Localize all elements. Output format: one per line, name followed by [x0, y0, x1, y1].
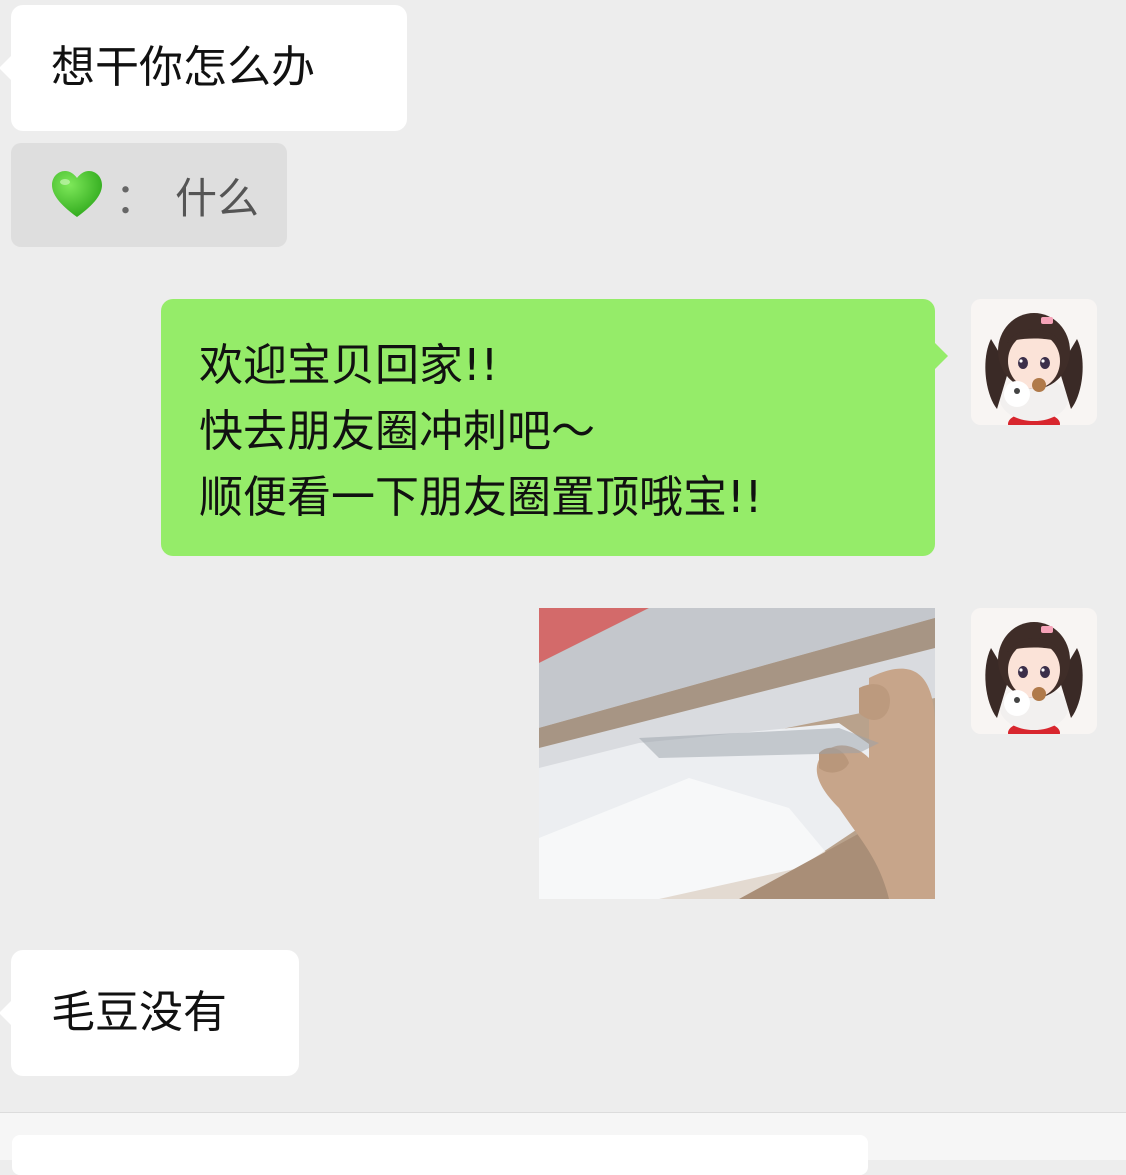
- avatar[interactable]: [971, 299, 1097, 425]
- quote-separator: ：: [115, 173, 158, 223]
- quote-text: 什么: [175, 173, 260, 223]
- image-message[interactable]: [539, 608, 935, 899]
- message-input[interactable]: [12, 1135, 868, 1175]
- avatar[interactable]: [971, 608, 1097, 734]
- anime-hand-pulling-cloth-image: [539, 608, 935, 899]
- green-heart-icon: [49, 167, 105, 223]
- chat-area[interactable]: 想干你怎么办 ： 什么 欢迎宝贝回家!! 快去朋友圈冲刺吧～ 顺便看一下朋友圈置…: [0, 0, 1126, 1112]
- message-line: 欢迎宝贝回家!!: [199, 340, 499, 391]
- quoted-message[interactable]: ： 什么: [11, 143, 287, 247]
- incoming-message-bubble[interactable]: 想干你怎么办: [0, 5, 407, 131]
- message-line: 快去朋友圈冲刺吧～: [199, 406, 595, 457]
- message-text: 想干你怎么办: [51, 42, 315, 93]
- incoming-message-bubble[interactable]: 毛豆没有: [0, 950, 299, 1076]
- outgoing-message-bubble[interactable]: 欢迎宝贝回家!! 快去朋友圈冲刺吧～ 顺便看一下朋友圈置顶哦宝!!: [161, 299, 948, 556]
- message-text: 毛豆没有: [51, 987, 227, 1038]
- input-bar: [0, 1112, 1126, 1175]
- message-line: 顺便看一下朋友圈置顶哦宝!!: [199, 472, 763, 523]
